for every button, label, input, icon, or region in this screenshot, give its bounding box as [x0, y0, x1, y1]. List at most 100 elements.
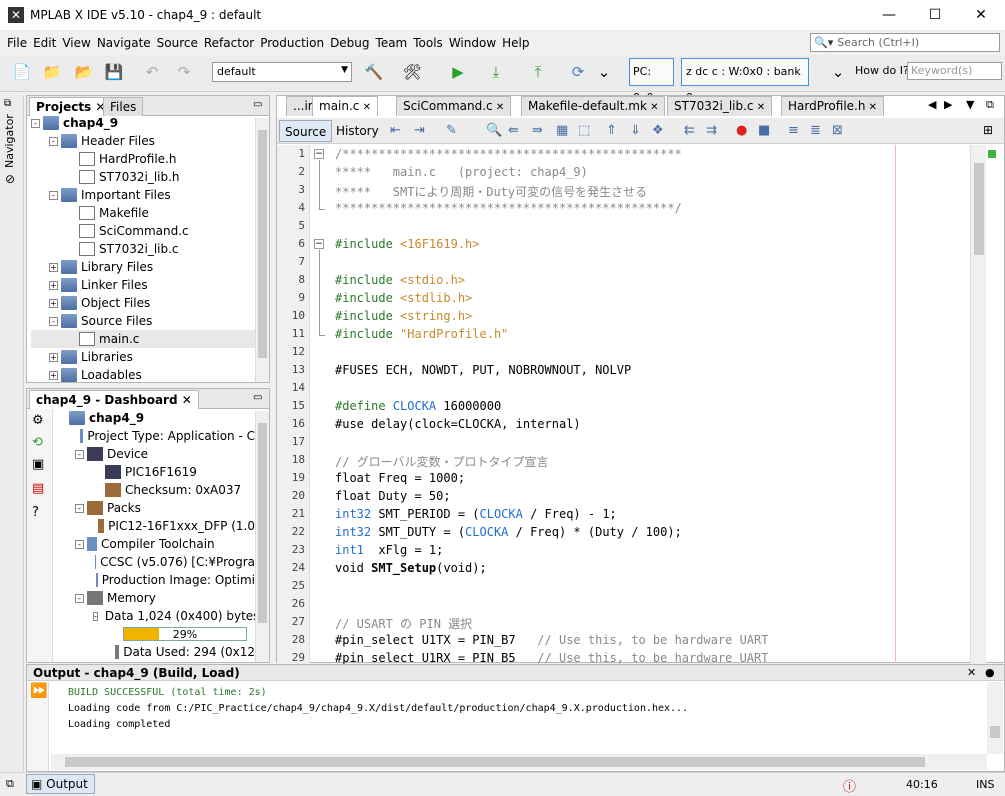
tree-toggle-icon[interactable]: -	[75, 539, 84, 549]
source-mode-button[interactable]: Source	[279, 120, 333, 142]
tab-scroll-right-icon[interactable]: ▶	[944, 98, 952, 111]
find-next-icon[interactable]: ⇛	[532, 123, 543, 138]
menu-team[interactable]: Team	[373, 31, 411, 55]
search-input[interactable]: 🔍▾ Search (Ctrl+I)	[810, 33, 1000, 52]
configuration-select[interactable]: default ▼	[212, 62, 352, 82]
save-all-icon[interactable]: 💾	[102, 61, 126, 83]
restore-editor-icon[interactable]: ⧉	[986, 98, 994, 112]
properties-icon[interactable]: ⚙	[32, 413, 44, 428]
tree-item[interactable]: chap4_9	[57, 409, 255, 427]
dashboard-scrollbar[interactable]	[255, 411, 269, 662]
editor-scrollbar[interactable]	[970, 145, 986, 663]
tree-item[interactable]: -Program 8,192 (0x2000) w	[57, 661, 255, 662]
tree-item[interactable]: + Object Files	[31, 294, 257, 312]
tree-toggle-icon[interactable]: -	[49, 316, 58, 326]
tree-item[interactable]: + Library Files	[31, 258, 257, 276]
editor-tab-2[interactable]: SciCommand.c ✕	[396, 96, 512, 116]
tree-item[interactable]: ST7032i_lib.c	[31, 240, 257, 258]
reset-icon[interactable]: ⟳	[566, 61, 590, 83]
output-menu-icon[interactable]: ●	[985, 666, 995, 679]
split-editor-icon[interactable]: ⊞	[983, 123, 993, 137]
new-file-icon[interactable]: 📄	[10, 61, 34, 83]
forward-icon[interactable]: ⇥	[414, 123, 425, 138]
tree-toggle-icon[interactable]: +	[49, 298, 58, 308]
toolbar-more-icon[interactable]: ⌄	[592, 61, 616, 83]
menu-production[interactable]: Production	[257, 31, 327, 55]
stop-macro-icon[interactable]: ■	[758, 123, 770, 138]
close-icon[interactable]: ✕	[967, 666, 976, 679]
menu-debug[interactable]: Debug	[327, 31, 372, 55]
editor-tab-3[interactable]: Makefile-default.mk ✕	[521, 96, 666, 116]
tree-toggle-icon[interactable]: +	[49, 352, 58, 362]
tree-item[interactable]: - Compiler Toolchain	[57, 535, 255, 553]
tree-item[interactable]: SciCommand.c	[31, 222, 257, 240]
menu-navigate[interactable]: Navigate	[94, 31, 154, 55]
close-icon[interactable]: ✕	[182, 393, 192, 407]
find-prev-icon[interactable]: ⇚	[508, 123, 519, 138]
rerun-icon[interactable]: ⏩	[30, 683, 47, 699]
tree-toggle-icon[interactable]: +	[49, 280, 58, 290]
tree-toggle-icon[interactable]: -	[75, 449, 84, 459]
menu-file[interactable]: File	[4, 31, 30, 55]
comment-icon[interactable]: ≡	[788, 123, 799, 138]
tree-toggle-icon[interactable]: +	[49, 370, 58, 380]
tree-item[interactable]: + Linker Files	[31, 276, 257, 294]
last-edit-icon[interactable]: ✎	[446, 123, 457, 138]
restore-window-icon[interactable]: ⧉	[6, 777, 14, 791]
tree-item[interactable]: PIC12-16F1xxx_DFP (1.0	[57, 517, 255, 535]
build-hammer-icon[interactable]: 🔨	[362, 61, 386, 83]
tree-item[interactable]: HardProfile.h	[31, 150, 257, 168]
toolbar-overflow-icon[interactable]: ⌄	[826, 61, 850, 83]
menu-window[interactable]: Window	[446, 31, 499, 55]
close-icon[interactable]: ✕	[493, 102, 504, 113]
tree-item[interactable]: - Data 1,024 (0x400) bytes	[57, 607, 255, 625]
toggle-rect-select-icon[interactable]: ⬚	[578, 123, 590, 138]
close-icon[interactable]: ✕	[359, 102, 371, 113]
keyword-input[interactable]: Keyword(s)	[907, 62, 1002, 80]
help-icon[interactable]: ?	[32, 505, 39, 520]
tree-item[interactable]: Project Type: Application - C	[57, 427, 255, 445]
tree-item[interactable]: Production Image: Optimi	[57, 571, 255, 589]
pdf-icon[interactable]: ▤	[32, 481, 44, 496]
menu-tools[interactable]: Tools	[410, 31, 446, 55]
back-icon[interactable]: ⇤	[390, 123, 401, 138]
tree-item[interactable]: - Source Files	[31, 312, 257, 330]
fold-toggle-icon[interactable]: −	[314, 149, 324, 159]
editor-tab-4[interactable]: ST7032i_lib.c ✕	[667, 96, 773, 116]
tree-item[interactable]: PIC16F1619	[57, 463, 255, 481]
menu-source[interactable]: Source	[154, 31, 201, 55]
tree-toggle-icon[interactable]: -	[75, 593, 84, 603]
read-device-icon[interactable]: ⤒	[526, 61, 550, 83]
tree-item[interactable]: 29%	[57, 625, 255, 643]
tree-toggle-icon[interactable]: -	[75, 503, 84, 513]
maximize-button[interactable]: ☐	[912, 0, 958, 31]
run-icon[interactable]: ▶	[446, 61, 470, 83]
redo-icon[interactable]: ↷	[172, 61, 196, 83]
tree-item[interactable]: CCSC (v5.076) [C:¥Progra	[57, 553, 255, 571]
tab-list-icon[interactable]: ▼	[966, 98, 974, 111]
clean-build-icon[interactable]: 🛠	[400, 61, 424, 83]
tree-item[interactable]: + Loadables	[31, 366, 257, 384]
output-hscrollbar[interactable]	[51, 754, 987, 770]
shift-left-icon[interactable]: ⇇	[684, 123, 695, 138]
tree-toggle-icon[interactable]: -	[49, 190, 58, 200]
tree-item[interactable]: main.c	[31, 330, 257, 348]
menu-help[interactable]: Help	[499, 31, 532, 55]
fold-toggle-icon[interactable]: −	[314, 239, 324, 249]
uncomment-icon[interactable]: ≣	[810, 123, 821, 138]
find-icon[interactable]: 🔍	[486, 123, 502, 138]
tree-toggle-icon[interactable]: -	[49, 136, 58, 146]
projects-scrollbar[interactable]	[255, 118, 269, 382]
toggle-bookmark-icon[interactable]: ❖	[652, 123, 664, 138]
next-bookmark-icon[interactable]: ⇓	[630, 123, 641, 138]
editor-tab-5[interactable]: HardProfile.h ✕	[781, 96, 885, 116]
menu-edit[interactable]: Edit	[30, 31, 59, 55]
open-project-icon[interactable]: 📂	[72, 61, 96, 83]
tree-item[interactable]: Data Used: 294 (0x12	[57, 643, 255, 661]
minimize-pane-icon[interactable]: ▭	[253, 99, 262, 110]
tree-item[interactable]: + Libraries	[31, 348, 257, 366]
minimize-pane-icon[interactable]: ▭	[253, 392, 262, 403]
close-button[interactable]: ✕	[958, 0, 1004, 31]
output-vscrollbar[interactable]	[987, 682, 1003, 754]
navigator-tab[interactable]: Navigator	[3, 108, 16, 168]
